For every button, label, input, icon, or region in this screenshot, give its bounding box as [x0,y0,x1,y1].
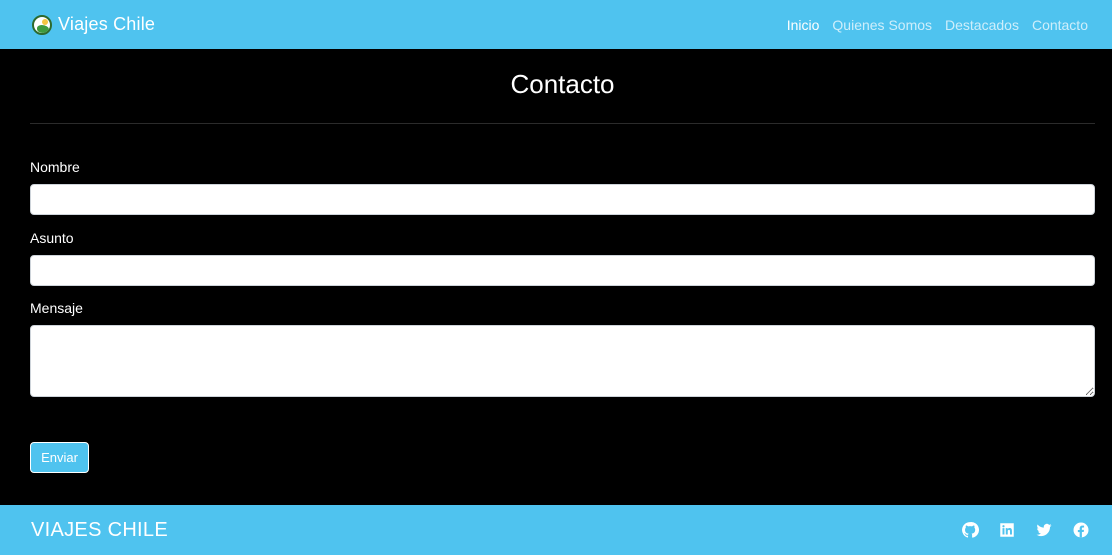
github-icon[interactable] [960,520,980,540]
nav-link-contacto[interactable]: Contacto [1032,17,1088,33]
nav-link-inicio[interactable]: Inicio [787,17,820,33]
title-divider [30,123,1095,124]
twitter-icon[interactable] [1034,520,1054,540]
nav-links: Inicio Quienes Somos Destacados Contacto [787,17,1088,33]
nav-link-destacados[interactable]: Destacados [945,17,1019,33]
mensaje-label: Mensaje [30,300,83,316]
social-links [960,520,1091,540]
brand-link[interactable]: Viajes Chile [32,14,155,35]
main-content: Contacto Nombre Asunto Mensaje Enviar [30,49,1095,473]
nombre-input[interactable] [30,184,1095,215]
asunto-label: Asunto [30,230,74,246]
brand-logo-icon [32,14,52,35]
asunto-input[interactable] [30,255,1095,286]
nombre-label: Nombre [30,159,80,175]
nav-link-quienes-somos[interactable]: Quienes Somos [832,17,932,33]
submit-button[interactable]: Enviar [30,442,89,473]
mensaje-textarea[interactable] [30,325,1095,397]
page-title: Contacto [510,69,615,99]
brand-name: Viajes Chile [58,14,156,34]
facebook-icon[interactable] [1071,520,1091,540]
navbar: Viajes Chile Inicio Quienes Somos Destac… [0,0,1112,49]
footer-title: VIAJES CHILE [31,518,168,541]
footer: VIAJES CHILE [0,505,1112,555]
linkedin-icon[interactable] [997,520,1017,540]
